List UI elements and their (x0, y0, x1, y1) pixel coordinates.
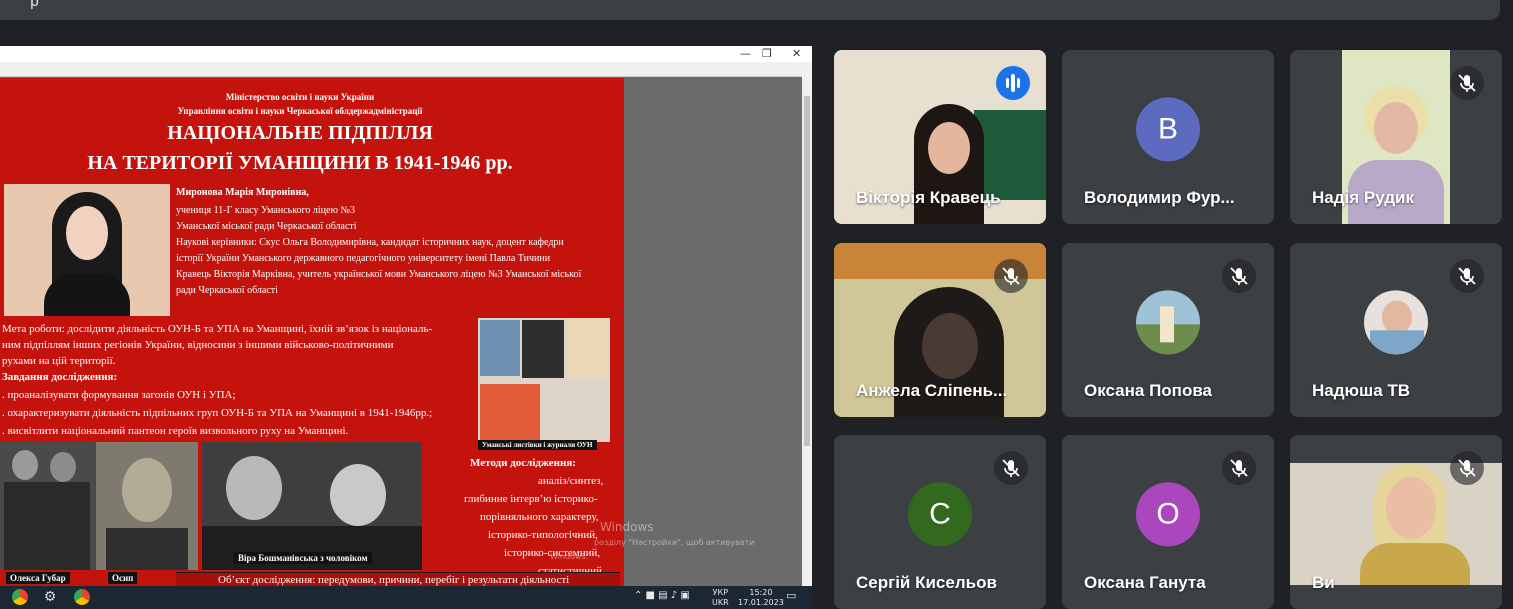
clock[interactable]: 15:20 17.01.2023 (738, 588, 784, 608)
activation-watermark-text: розділу "Настройки", щоб активувати (594, 538, 755, 547)
activation-watermark-tail: Windows. (550, 552, 589, 561)
window-ruler (0, 62, 812, 77)
clock-date: 17.01.2023 (738, 598, 784, 607)
historic-photo-3 (202, 442, 422, 570)
goal-line-3: рухами на цій території. (2, 355, 116, 367)
participant-tile-self[interactable]: Ви (1290, 435, 1502, 609)
participant-tile-nadiusha[interactable]: Надюша ТВ (1290, 243, 1502, 417)
chrome-icon[interactable] (12, 589, 28, 605)
author-line-3: Уманської міської ради Черкаської област… (176, 221, 357, 232)
participant-tile-serhii[interactable]: C Сергій Кисельов (834, 435, 1046, 609)
mic-muted-icon (1450, 66, 1484, 100)
mic-muted-icon (994, 259, 1028, 293)
methods-line-1: аналіз/синтез, (538, 475, 604, 487)
author-line-5: історії України Уманського державного пе… (176, 253, 551, 264)
methods-heading: Методи дослідження: (470, 457, 576, 469)
lang-ukr-2: UKR (712, 598, 729, 607)
participant-name: Володимир Фур... (1084, 188, 1235, 207)
participant-avatar: O (1136, 482, 1200, 547)
task-1: . проаналізувати формування загонів ОУН … (2, 389, 236, 401)
mic-muted-icon (994, 451, 1028, 485)
minimize-icon[interactable]: — (740, 47, 751, 60)
task-3: . висвітлити національний пантеон героїв… (2, 425, 349, 437)
chrome-icon-2[interactable] (74, 589, 90, 605)
participant-tile-oksana-popova[interactable]: Оксана Попова (1062, 243, 1274, 417)
notifications-icon[interactable]: ▭ (786, 590, 796, 601)
speaking-indicator (996, 66, 1030, 100)
slide-title-line1: НАЦІОНАЛЬНЕ ПІДПІЛЛЯ (167, 122, 433, 144)
shared-slide: Міністерство освіти і науки України Упра… (0, 78, 624, 588)
participant-avatar (1364, 290, 1428, 355)
author-line-4: Наукові керівники: Скус Ольга Володимирі… (176, 237, 564, 248)
author-line-7: ради Черкаської області (176, 285, 278, 296)
participant-tile-volodymyr[interactable]: B Володимир Фур... (1062, 50, 1274, 224)
slide-ministry: Міністерство освіти і науки України (225, 92, 375, 102)
presentation-area: — ❐ ✕ Міністерство освіти і науки Україн… (0, 46, 812, 609)
participant-avatar: C (908, 482, 972, 547)
activation-watermark-title: Windows (600, 520, 654, 534)
historic-photo-1 (0, 442, 95, 570)
methods-line-4: історико-типологічний, (488, 529, 598, 541)
participant-name: Сергій Кисельов (856, 573, 997, 592)
author-line-1: Миронова Марія Миронівна, (176, 187, 309, 198)
caption-mid: Осип (108, 572, 138, 584)
leaflets-image (478, 318, 610, 442)
language-indicator[interactable]: УКР UKR (712, 588, 729, 608)
slide-department: Управління освіти і науки Черкаської обл… (177, 106, 423, 116)
author-line-2: учениця 11-Г класу Уманського ліцею №3 (176, 205, 355, 216)
mic-muted-icon (1222, 259, 1256, 293)
slide-title-line2: НА ТЕРИТОРІЇ УМАНЩИНИ В 1941-1946 рр. (87, 152, 513, 174)
task-2: . охарактеризувати діяльність підпільних… (2, 407, 433, 419)
participant-avatar: B (1136, 97, 1200, 162)
participant-name: Надюша ТВ (1312, 381, 1411, 400)
author-photo (4, 184, 170, 316)
meeting-title-fragment: р (30, 0, 39, 10)
participant-tile-viktoriia[interactable]: Вікторія Кравець (834, 50, 1046, 224)
historic-photo-2 (96, 442, 198, 570)
methods-line-3: порівняльного характеру, (480, 511, 599, 523)
mic-muted-icon (1450, 259, 1484, 293)
tasks-heading: Завдання дослідження: (2, 371, 118, 383)
participant-tile-nadiia[interactable]: Надія Рудик (1290, 50, 1502, 224)
mic-muted-icon (1222, 451, 1256, 485)
object-line: Об’єкт дослідження: передумови, причини,… (218, 574, 570, 586)
mic-muted-icon (1450, 451, 1484, 485)
caption-right: Віра Бошманівська з чоловіком (234, 552, 372, 564)
participant-avatar (1136, 290, 1200, 355)
goal-line-1: Мета роботи: дослідити діяльність ОУН-Б … (2, 323, 433, 335)
leaflets-caption: Уманські листівки і журнали ОУН (478, 440, 597, 450)
participant-name: Вікторія Кравець (856, 188, 1001, 207)
participant-name: Надія Рудик (1312, 188, 1415, 207)
participant-tile-oksana-ganuta[interactable]: O Оксана Ганута (1062, 435, 1274, 609)
participant-tile-anzhela[interactable]: Анжела Сліпень... (834, 243, 1046, 417)
meeting-top-bar: р (0, 0, 1500, 20)
lang-ukr: УКР (712, 588, 729, 597)
author-line-6: Кравець Вікторія Марківна, учитель украї… (176, 269, 582, 280)
restore-icon[interactable]: ❐ (762, 47, 772, 60)
participant-name: Ви (1312, 573, 1335, 592)
methods-line-2: глибинне інтерв’ю історико- (464, 493, 598, 505)
window-title-bar: — ❐ ✕ (0, 46, 812, 62)
settings-gear-icon[interactable]: ⚙ (42, 589, 58, 605)
participant-name: Анжела Сліпень... (856, 381, 1008, 400)
goal-line-2: ним підпіллям інших регіонів України, ві… (2, 339, 394, 351)
caption-left: Олекса Губар (6, 572, 70, 584)
clock-time: 15:20 (749, 588, 773, 597)
windows-taskbar: ⚙ ⌃ ■ ▤ ♪ ▣ УКР UKR 15:20 17.01.2023 ▭ (0, 586, 812, 609)
tray-icons[interactable]: ⌃ ■ ▤ ♪ ▣ (634, 591, 690, 601)
participant-name: Оксана Попова (1084, 381, 1213, 400)
close-icon[interactable]: ✕ (792, 47, 801, 60)
vertical-scrollbar[interactable] (802, 76, 812, 586)
participant-name: Оксана Ганута (1084, 573, 1206, 592)
